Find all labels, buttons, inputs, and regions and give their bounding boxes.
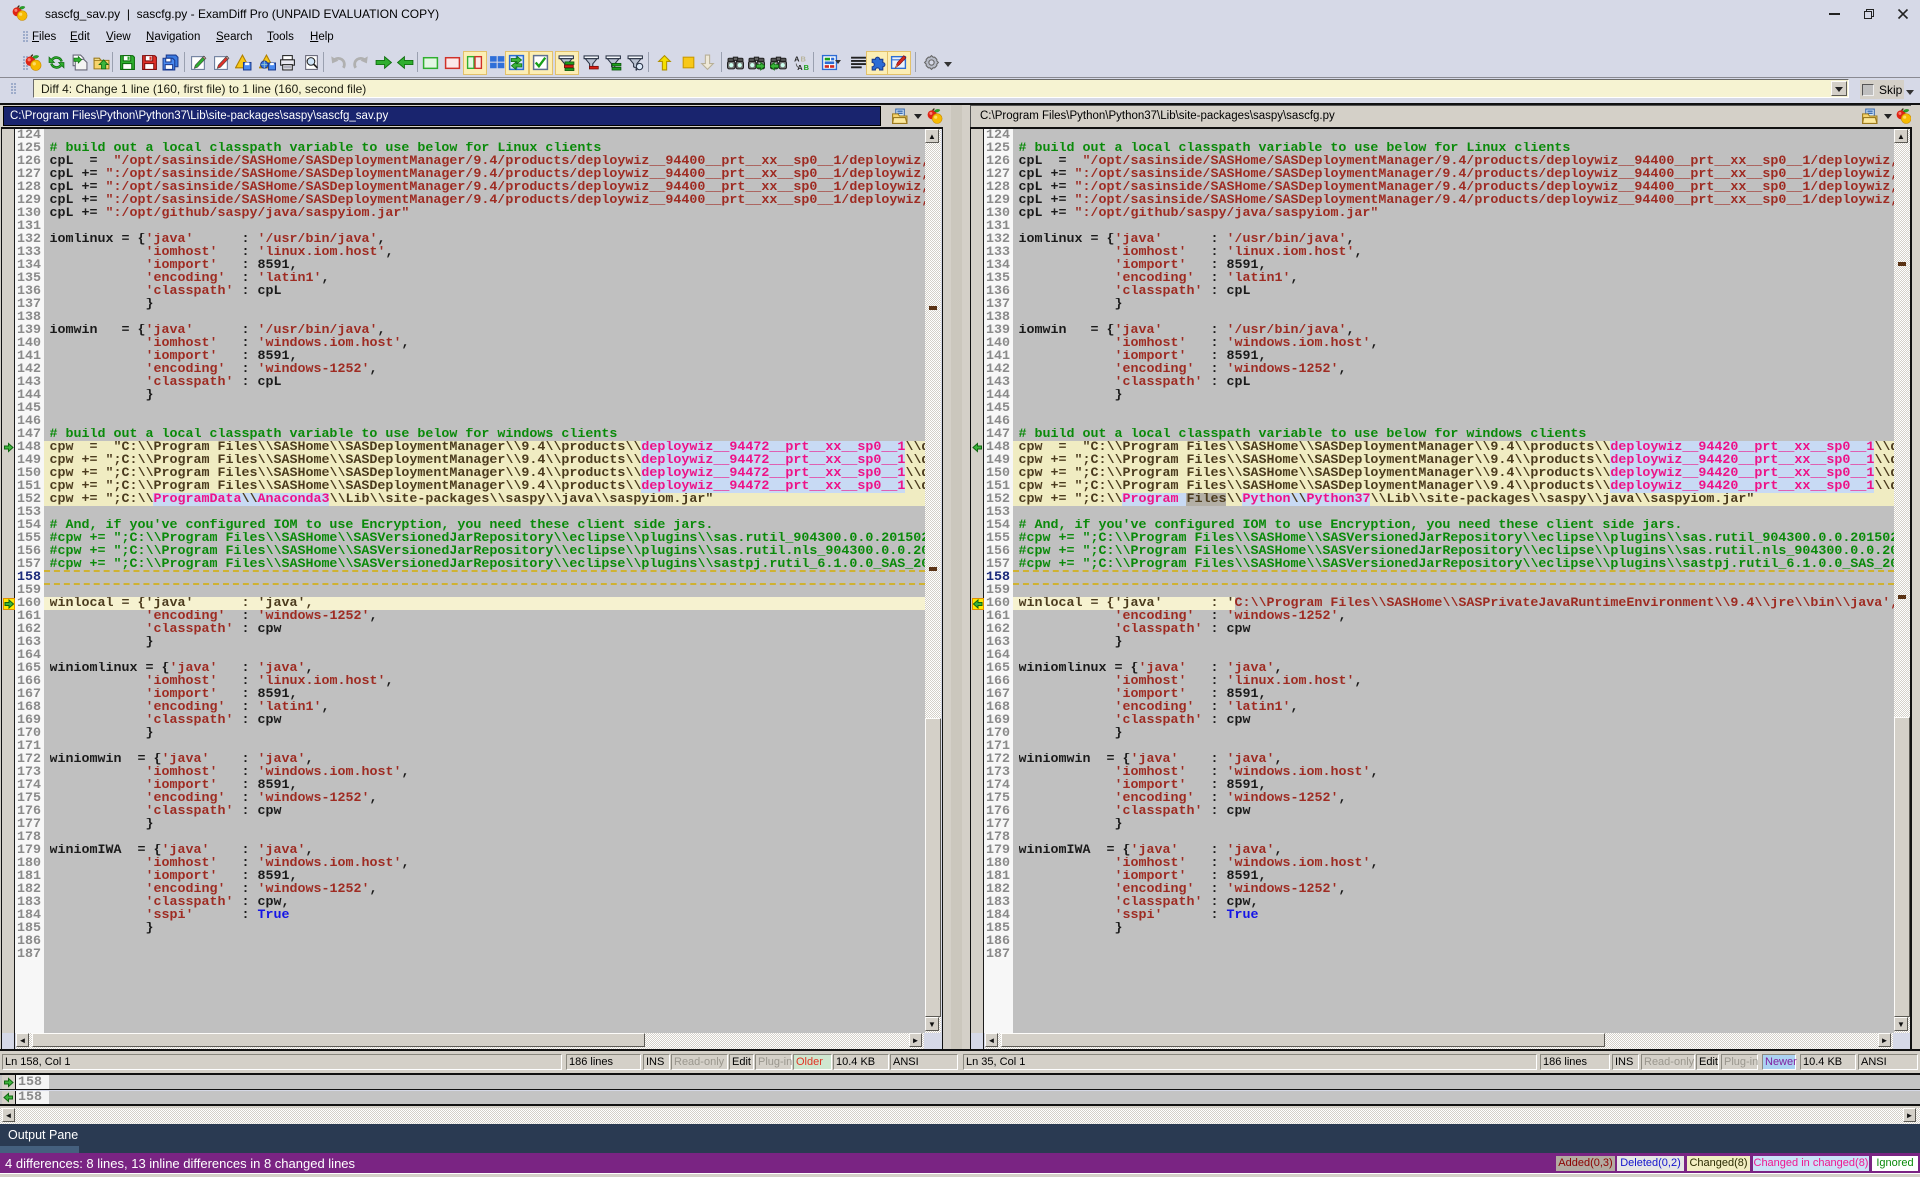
- svg-text:B: B: [804, 63, 810, 71]
